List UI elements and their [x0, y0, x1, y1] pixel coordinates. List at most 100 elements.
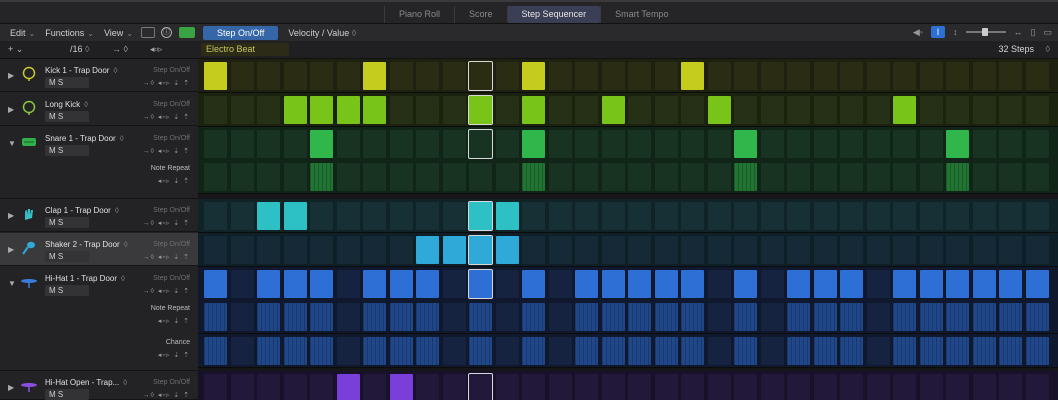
step-cell-off[interactable] — [760, 62, 784, 90]
step-cell-off[interactable] — [813, 163, 837, 191]
step-cell-off[interactable] — [495, 337, 519, 365]
step-cell-on[interactable] — [999, 337, 1022, 365]
step-cell-off[interactable] — [813, 236, 837, 264]
step-cell-off[interactable] — [601, 202, 625, 230]
edit-menu[interactable]: Edit ⌄ — [10, 28, 35, 38]
step-cell-off[interactable] — [840, 236, 863, 264]
step-cell-off[interactable] — [548, 163, 572, 191]
step-cell-off[interactable] — [813, 96, 837, 124]
step-cell-off[interactable] — [707, 163, 731, 191]
zoom-slider[interactable] — [965, 28, 1006, 36]
step-cell-on[interactable] — [389, 270, 413, 298]
step-cell-off[interactable] — [522, 236, 545, 264]
step-cell-off[interactable] — [1025, 374, 1049, 400]
step-cell-off[interactable] — [972, 202, 996, 230]
step-cell-off[interactable] — [495, 374, 519, 400]
step-cell-off[interactable] — [760, 96, 784, 124]
mute-solo-buttons[interactable]: M S — [45, 77, 89, 88]
step-cell-on[interactable] — [283, 96, 307, 124]
step-cell-off[interactable] — [707, 62, 731, 90]
step-cell-off[interactable] — [628, 236, 651, 264]
pattern-length-arrows-icon[interactable]: → ◊ — [112, 44, 128, 54]
step-cell-off[interactable] — [760, 236, 784, 264]
step-cell-off[interactable] — [601, 163, 625, 191]
step-cell-on[interactable] — [787, 337, 810, 365]
tab-score[interactable]: Score — [454, 6, 507, 23]
step-cell-off[interactable] — [707, 202, 731, 230]
disclosure-triangle-icon[interactable]: ▶ — [8, 245, 14, 254]
step-cell-on[interactable] — [336, 96, 360, 124]
step-cell-off[interactable] — [1025, 202, 1049, 230]
step-cell-off[interactable] — [442, 202, 466, 230]
step-cell-off[interactable] — [548, 130, 572, 158]
step-cell-on[interactable] — [204, 303, 227, 331]
step-cell-on[interactable] — [654, 337, 678, 365]
step-cell-off[interactable] — [707, 236, 731, 264]
step-cell-off[interactable] — [495, 270, 519, 298]
step-cell-off[interactable] — [813, 374, 837, 400]
track-name[interactable]: Clap 1 - Trap Door ◊ — [45, 206, 119, 215]
step-cell-off[interactable] — [283, 374, 307, 400]
step-cell-on[interactable] — [919, 337, 943, 365]
step-cell-on[interactable] — [813, 337, 837, 365]
step-cell-off[interactable] — [919, 62, 943, 90]
steps-count-select[interactable]: 32 Steps — [998, 44, 1034, 54]
step-cell-on[interactable] — [416, 270, 439, 298]
step-cell-off[interactable] — [840, 96, 863, 124]
step-cell-on[interactable] — [310, 130, 333, 158]
step-cell-off[interactable] — [760, 270, 784, 298]
mute-solo-buttons[interactable]: M S — [45, 285, 89, 296]
disclosure-triangle-icon[interactable]: ▶ — [8, 71, 14, 80]
step-cell-on[interactable] — [1025, 303, 1049, 331]
row-controls-icons[interactable]: →◊ ◂▫▹ ⇣ ⇡ — [142, 253, 190, 261]
step-cell-off[interactable] — [866, 236, 890, 264]
step-cell-on[interactable] — [522, 96, 545, 124]
step-cell-off[interactable] — [707, 374, 731, 400]
step-cell-off[interactable] — [919, 202, 943, 230]
step-cell-on[interactable] — [999, 270, 1022, 298]
zoom-slider-knob[interactable] — [981, 28, 988, 36]
step-cell-on[interactable] — [946, 337, 969, 365]
step-cell-on[interactable] — [840, 337, 863, 365]
step-cell-off[interactable] — [787, 130, 810, 158]
step-cell-on[interactable] — [469, 337, 492, 365]
step-cell-off[interactable] — [760, 130, 784, 158]
step-cell-off[interactable] — [681, 96, 704, 124]
step-cell-on[interactable] — [601, 337, 625, 365]
step-cell-on[interactable] — [628, 270, 651, 298]
step-cell-on[interactable] — [787, 270, 810, 298]
step-cell-on[interactable] — [283, 337, 307, 365]
step-cell-on[interactable] — [522, 163, 545, 191]
step-cell-off[interactable] — [363, 236, 386, 264]
step-cell-off[interactable] — [336, 62, 360, 90]
step-cell-on[interactable] — [919, 270, 943, 298]
step-cell-off[interactable] — [601, 62, 625, 90]
vertical-auto-zoom-icon[interactable]: I — [931, 26, 946, 38]
step-cell-off[interactable] — [548, 337, 572, 365]
vertical-zoom-icon[interactable]: ↕ — [953, 27, 958, 37]
window-icon[interactable]: ▭ — [1043, 27, 1052, 38]
track-header-row[interactable]: ▶ Hi-Hat Open - Trap... ◊ Step On/Off M S →◊ … — [0, 371, 198, 400]
step-cell-on[interactable] — [654, 270, 678, 298]
step-cell-on[interactable] — [204, 270, 227, 298]
step-cell-on[interactable] — [893, 270, 916, 298]
step-cell-off[interactable] — [230, 303, 254, 331]
step-cell-off[interactable] — [840, 202, 863, 230]
step-cell-off[interactable] — [787, 163, 810, 191]
step-cell-off[interactable] — [919, 374, 943, 400]
step-cell-off[interactable] — [495, 163, 519, 191]
step-cell-on[interactable] — [999, 303, 1022, 331]
step-cell-off[interactable] — [628, 62, 651, 90]
step-cell-off[interactable] — [230, 236, 254, 264]
step-cell-off[interactable] — [681, 163, 704, 191]
step-cell-on[interactable] — [283, 270, 307, 298]
step-cell-off[interactable] — [654, 236, 678, 264]
step-cell-off[interactable] — [416, 202, 439, 230]
step-cell-off[interactable] — [760, 337, 784, 365]
step-cell-on[interactable] — [734, 130, 757, 158]
step-cell-off[interactable] — [999, 62, 1022, 90]
step-cell-off[interactable] — [548, 202, 572, 230]
step-cell-off[interactable] — [1025, 130, 1049, 158]
step-cell-off[interactable] — [389, 96, 413, 124]
step-cell-off[interactable] — [866, 96, 890, 124]
